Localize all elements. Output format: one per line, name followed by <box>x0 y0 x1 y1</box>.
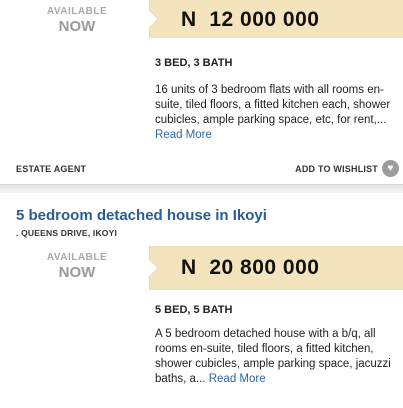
availability-status: NOW <box>58 264 96 281</box>
price-value: N 20 800 000 <box>181 256 320 279</box>
price-banner-notch <box>139 258 159 278</box>
description-text: A 5 bedroom detached house with a b/q, a… <box>155 328 391 385</box>
availability-label: AVAILABLE <box>46 252 108 263</box>
price-banner: N 20 800 000 <box>139 246 403 290</box>
beds-baths: 5 BED, 5 BATH <box>155 304 233 316</box>
listing-card-2: AVAILABLE NOW N 20 800 000 5 BED, 5 BATH… <box>0 0 403 408</box>
availability-badge: AVAILABLE NOW <box>12 252 142 281</box>
listing-description: A 5 bedroom detached house with a b/q, a… <box>155 327 395 387</box>
read-more-link[interactable]: Read More <box>209 373 266 385</box>
